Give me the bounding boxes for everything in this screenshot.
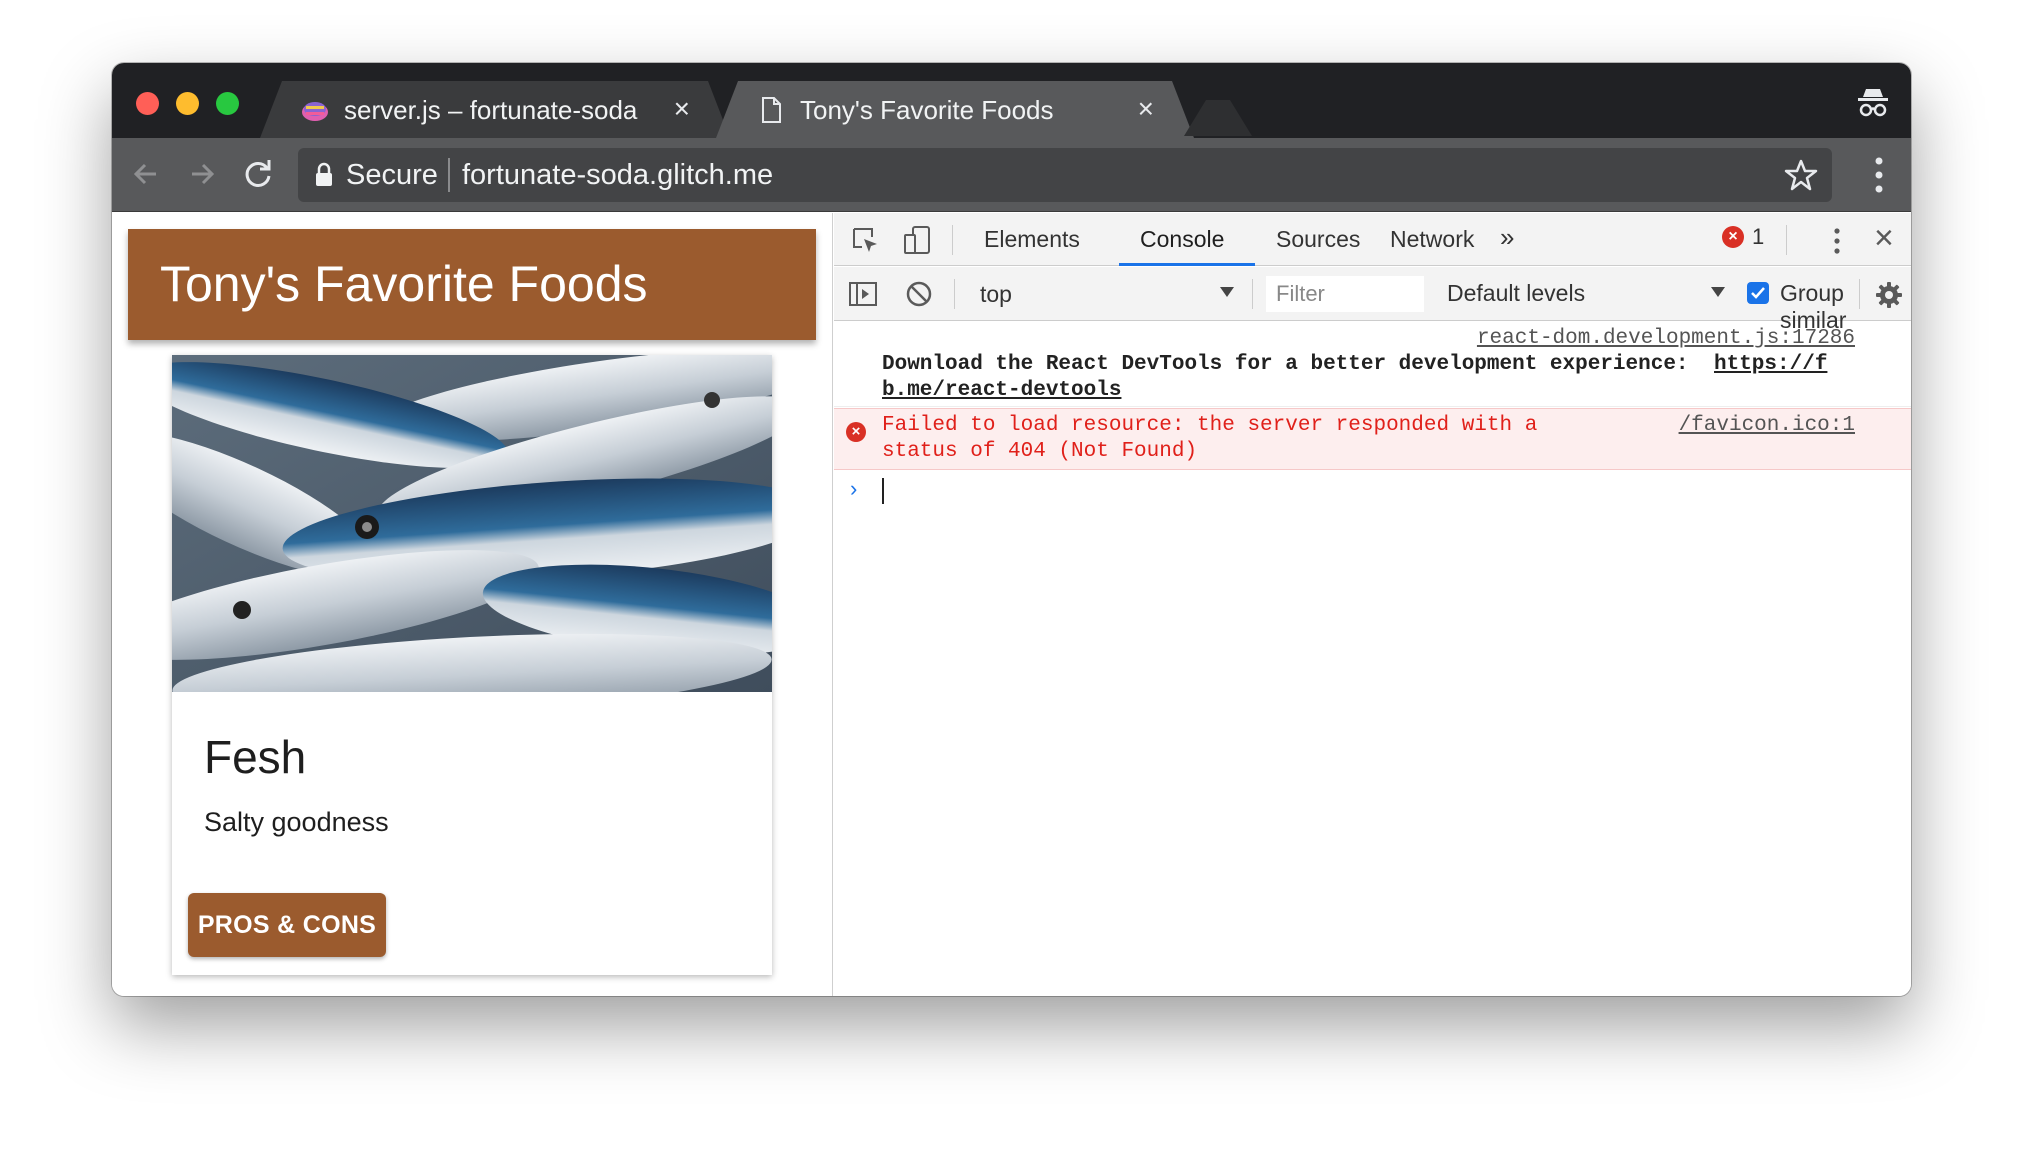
context-dropdown-icon[interactable]	[1220, 287, 1234, 297]
tab-title: Tony's Favorite Foods	[800, 95, 1054, 125]
console-filter-input[interactable]	[1266, 276, 1424, 312]
console-message-error: × Failed to load resource: the server re…	[834, 408, 1911, 470]
message-text: Download the React DevTools for a better…	[882, 353, 1689, 376]
error-count[interactable]: 1	[1752, 224, 1764, 250]
card-description: Salty goodness	[204, 807, 389, 837]
inspect-element-icon[interactable]	[850, 225, 880, 255]
tab-console[interactable]: Console	[1140, 226, 1224, 253]
context-selector[interactable]: top	[980, 281, 1012, 308]
toolbar-divider	[1786, 225, 1787, 255]
url-text[interactable]: fortunate-soda.glitch.me	[462, 159, 773, 192]
glitch-icon	[300, 95, 330, 125]
new-tab-button[interactable]	[1184, 100, 1252, 136]
toolbar-divider	[1252, 279, 1253, 309]
document-icon	[756, 95, 786, 125]
address-bar[interactable]: Secure fortunate-soda.glitch.me	[298, 148, 1832, 202]
browser-window: server.js – fortunate-soda × Tony's Favo…	[112, 63, 1911, 996]
message-source-link[interactable]: react-dom.development.js:17286	[1477, 327, 1855, 350]
browser-toolbar: Secure fortunate-soda.glitch.me	[112, 138, 1911, 212]
omnibox-separator	[448, 158, 450, 192]
tab-tonys-favorite-foods[interactable]: Tony's Favorite Foods ×	[716, 81, 1194, 138]
tab-close-icon[interactable]: ×	[674, 95, 690, 123]
browser-menu-icon[interactable]	[1875, 156, 1883, 194]
incognito-icon	[1858, 89, 1888, 117]
error-icon: ×	[846, 422, 866, 442]
settings-gear-icon[interactable]	[1874, 280, 1904, 310]
back-arrow-icon[interactable]	[128, 156, 164, 192]
tab-network[interactable]: Network	[1390, 226, 1474, 253]
window-minimize-button[interactable]	[176, 92, 199, 115]
page-title: Tony's Favorite Foods	[160, 256, 648, 312]
tab-close-icon[interactable]: ×	[1138, 95, 1154, 123]
toolbar-divider	[1859, 279, 1860, 309]
food-card: Fesh Salty goodness PROS & CONS	[172, 355, 772, 975]
console-message-info: react-dom.development.js:17286 Download …	[834, 322, 1911, 407]
tab-sources[interactable]: Sources	[1276, 226, 1360, 253]
toolbar-divider	[952, 225, 953, 255]
reload-icon[interactable]	[240, 156, 276, 192]
log-levels-dropdown[interactable]: Default levels	[1447, 280, 1585, 307]
devtools-close-icon[interactable]: ×	[1874, 221, 1894, 255]
clear-console-icon[interactable]	[904, 279, 934, 309]
tab-elements[interactable]: Elements	[984, 226, 1080, 253]
card-title: Fesh	[204, 731, 307, 783]
more-tabs-icon[interactable]: »	[1500, 222, 1514, 253]
group-similar-checkbox[interactable]	[1747, 282, 1769, 304]
pros-cons-button[interactable]: PROS & CONS	[188, 893, 386, 957]
security-label: Secure	[346, 159, 438, 191]
error-text-continued: status of 404 (Not Found)	[882, 440, 1198, 463]
tab-title: server.js – fortunate-soda	[344, 95, 638, 125]
console-toolbar: top Default levels Group similar	[834, 267, 1911, 333]
lock-icon	[316, 162, 332, 186]
sidebar-toggle-icon[interactable]	[848, 279, 878, 309]
window-maximize-button[interactable]	[216, 92, 239, 115]
fish-image	[172, 355, 772, 692]
message-link[interactable]: https://f	[1714, 353, 1827, 376]
devtools-menu-icon[interactable]	[1834, 227, 1840, 255]
device-toolbar-icon[interactable]	[902, 225, 932, 255]
active-tab-indicator	[1119, 263, 1255, 266]
devtools-panel: Elements Console Sources Network » × 1 ×	[834, 213, 1911, 996]
console-input-caret[interactable]	[882, 478, 884, 504]
tab-bar: server.js – fortunate-soda × Tony's Favo…	[112, 63, 1911, 138]
page-viewport: Tony's Favorite Foods Fesh Salty goodnes…	[112, 213, 833, 996]
levels-dropdown-icon[interactable]	[1711, 287, 1725, 297]
tab-server-js[interactable]: server.js – fortunate-soda ×	[260, 81, 730, 138]
devtools-tab-bar: Elements Console Sources Network » × 1 ×	[834, 213, 1911, 266]
forward-arrow-icon[interactable]	[184, 156, 220, 192]
toolbar-divider	[954, 279, 955, 309]
error-text: Failed to load resource: the server resp…	[882, 414, 1538, 437]
page-header: Tony's Favorite Foods	[128, 229, 816, 340]
message-link-continued[interactable]: b.me/react-devtools	[882, 379, 1121, 402]
checkmark-icon	[1751, 287, 1765, 299]
error-source-link[interactable]: /favicon.ico:1	[1679, 414, 1855, 437]
error-count-icon[interactable]: ×	[1722, 226, 1744, 248]
window-close-button[interactable]	[136, 92, 159, 115]
console-prompt-icon: ›	[850, 476, 858, 501]
bookmark-star-icon[interactable]	[1784, 158, 1818, 192]
